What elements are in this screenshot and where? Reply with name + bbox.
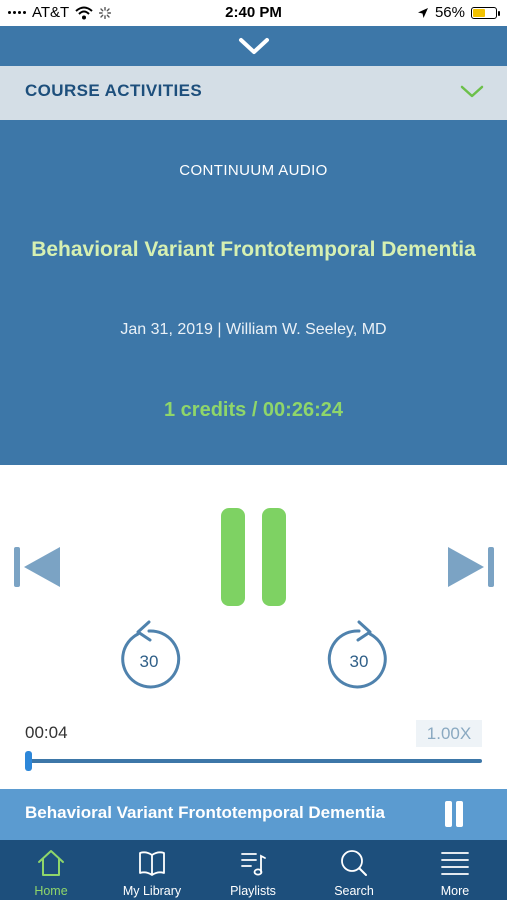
book-icon <box>139 851 165 876</box>
tab-my-library[interactable]: My Library <box>102 840 202 900</box>
tab-playlists-label: Playlists <box>230 884 276 898</box>
elapsed-time: 00:04 <box>25 723 68 742</box>
tab-playlists[interactable]: Playlists <box>203 840 303 900</box>
battery-icon <box>471 6 500 19</box>
tab-search[interactable]: Search <box>304 840 404 900</box>
pause-icon <box>456 801 463 827</box>
menu-icon <box>441 852 469 875</box>
forward-icon: 30 <box>327 620 387 689</box>
skip-previous-icon[interactable] <box>14 545 64 589</box>
tab-more-label: More <box>440 884 470 898</box>
course-activities-label: COURSE ACTIVITIES <box>25 81 203 100</box>
pause-icon <box>221 508 245 606</box>
collapse-player-bar[interactable] <box>0 26 507 66</box>
forward-30-button[interactable]: 30 <box>326 618 392 692</box>
course-activities-dropdown[interactable]: COURSE ACTIVITIES <box>0 66 507 120</box>
tab-home[interactable]: Home <box>1 840 101 900</box>
episode-meta: Jan 31, 2019 | William W. Seeley, MD <box>120 321 387 338</box>
status-right: 56% <box>417 4 500 21</box>
tab-more[interactable]: More <box>405 840 505 900</box>
progress-scrubber[interactable] <box>25 751 33 771</box>
battery-percent: 56% <box>434 4 465 21</box>
rewind-30-label: 30 <box>140 652 159 671</box>
tab-my-library-label: My Library <box>122 884 182 898</box>
chevron-down-icon[interactable] <box>236 32 272 60</box>
mini-pause-button[interactable] <box>443 801 465 827</box>
skip-next-icon[interactable] <box>444 545 494 589</box>
episode-title: Behavioral Variant Frontotemporal Dement… <box>31 238 476 261</box>
home-icon <box>38 850 64 876</box>
episode-credits-duration: 1 credits / 00:26:24 <box>164 399 343 421</box>
tab-home-label: Home <box>34 884 68 898</box>
tab-search-label: Search <box>334 884 374 898</box>
episode-category: CONTINUUM AUDIO <box>179 162 328 179</box>
progress-track[interactable] <box>26 759 482 763</box>
pause-button[interactable] <box>221 508 287 608</box>
pause-icon <box>262 508 286 606</box>
search-icon <box>341 850 367 876</box>
status-bar: AT&T 2:40 PM 56% <box>0 0 507 26</box>
rewind-icon: 30 <box>121 620 181 689</box>
forward-30-label: 30 <box>350 652 369 671</box>
mini-player-title: Behavioral Variant Frontotemporal Dement… <box>25 803 385 822</box>
pause-icon <box>445 801 452 827</box>
chevron-down-icon[interactable] <box>459 81 485 103</box>
playlist-icon <box>241 853 266 876</box>
playback-speed-button[interactable]: 1.00X <box>416 720 482 747</box>
rewind-30-button[interactable]: 30 <box>116 618 182 692</box>
location-arrow-icon <box>417 7 428 18</box>
